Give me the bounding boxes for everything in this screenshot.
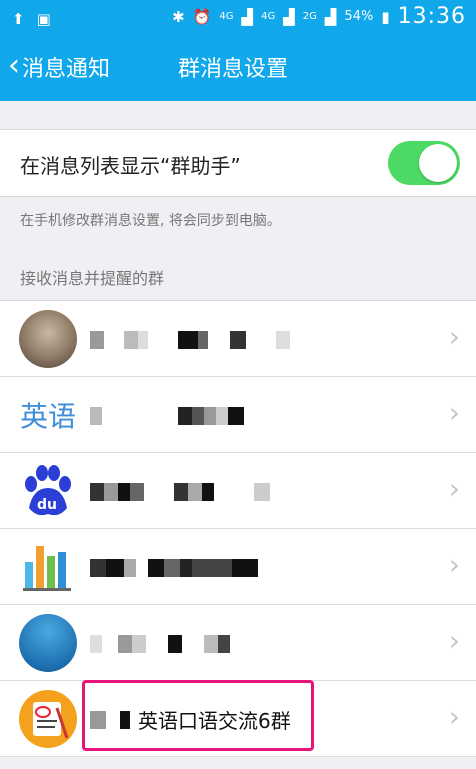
name-blurred	[90, 331, 290, 349]
photo-avatar	[19, 310, 77, 368]
network-label-3: 2G	[302, 11, 317, 22]
section-header: 接收消息并提醒的群	[20, 269, 165, 288]
chevron-right-icon: ›	[448, 624, 460, 657]
network-label-2: 4G	[261, 11, 276, 22]
page-title: 群消息设置	[178, 57, 289, 82]
group-assistant-toggle[interactable]	[388, 141, 460, 185]
upload-icon: ⬆	[12, 10, 25, 28]
notebook-avatar	[19, 690, 77, 748]
name-blurred	[90, 483, 270, 501]
clock: 13:36	[397, 4, 466, 29]
list-item[interactable]: ›	[0, 529, 476, 605]
back-label: 消息通知	[22, 57, 111, 82]
chevron-left-icon: ‹	[8, 48, 20, 83]
highlight-box	[82, 680, 314, 751]
chevron-right-icon: ›	[448, 548, 460, 581]
handshake-avatar	[19, 614, 77, 672]
list-item[interactable]: ›	[0, 301, 476, 377]
svg-text:du: du	[37, 497, 57, 513]
group-assistant-label: 在消息列表显示“群助手”	[20, 154, 241, 178]
battery-percent: 54%	[344, 9, 374, 24]
name-blurred	[90, 559, 258, 577]
name-blurred	[90, 635, 230, 653]
bar-chart-avatar	[19, 538, 77, 596]
nav-bar: ‹ 消息通知 群消息设置	[0, 32, 476, 101]
name-blurred	[90, 407, 244, 425]
toggle-knob	[419, 144, 457, 182]
signal-icon: ▟	[324, 7, 337, 26]
baidu-paw-avatar: du	[19, 462, 77, 520]
back-button[interactable]: ‹ 消息通知	[8, 51, 110, 83]
alarm-icon: ⏰	[192, 7, 212, 26]
chevron-right-icon: ›	[448, 472, 460, 505]
chevron-right-icon: ›	[448, 320, 460, 353]
signal-icon: ▟	[241, 7, 254, 26]
sync-hint: 在手机修改群消息设置, 将会同步到电脑。	[20, 213, 281, 229]
group-assistant-row: 在消息列表显示“群助手”	[0, 129, 476, 197]
battery-icon: ▮	[381, 7, 390, 26]
english-text-avatar: 英语	[19, 400, 76, 433]
image-icon: ▣	[36, 10, 51, 28]
list-item[interactable]: ›	[0, 605, 476, 681]
list-item[interactable]: du ›	[0, 453, 476, 529]
list-item[interactable]: 英语 ›	[0, 377, 476, 453]
network-label-1: 4G	[219, 11, 234, 22]
signal-icon: ▟	[283, 7, 295, 26]
bluetooth-icon: ✱	[172, 7, 185, 26]
chevron-right-icon: ›	[448, 396, 460, 429]
status-bar: ⬆ ▣ ✱ ⏰ 4G ▟ 4G ▟ 2G ▟ 54% ▮ 13:36	[0, 0, 476, 32]
chevron-right-icon: ›	[448, 700, 460, 733]
